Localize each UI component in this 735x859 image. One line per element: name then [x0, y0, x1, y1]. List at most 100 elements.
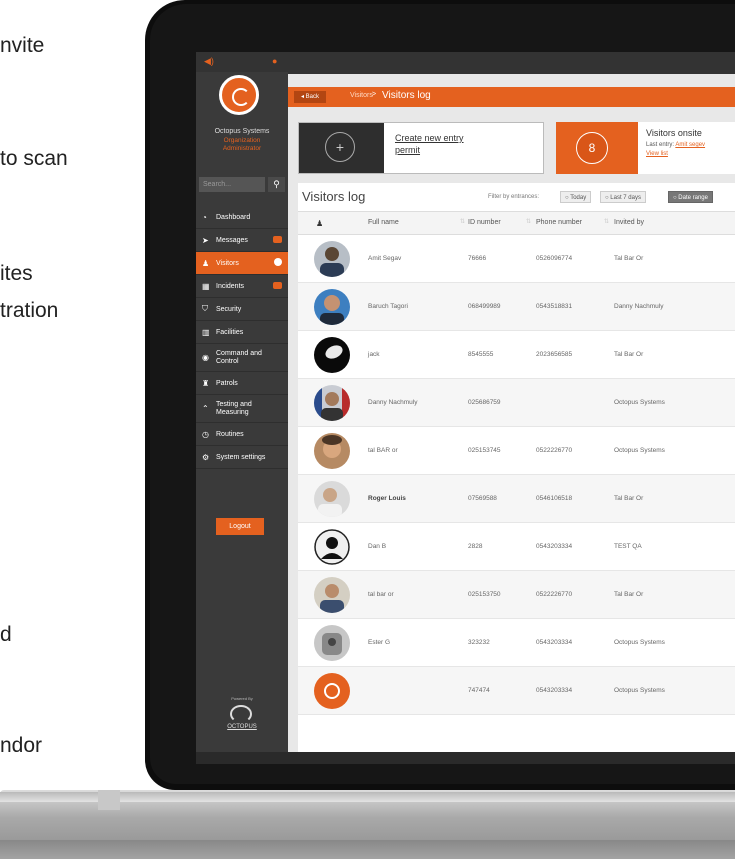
col-phone-number[interactable]: Phone number — [536, 219, 582, 226]
dashboard-icon: ◔ — [202, 212, 207, 222]
visitors-log-panel: Visitors log Filter by entrances: ○ Toda… — [298, 183, 735, 764]
brand-name: OCTOPUS — [227, 724, 257, 730]
create-entry-card[interactable]: + Create new entry permit — [298, 122, 544, 174]
table-row[interactable]: Roger Louis 07569588 0546106518 Tal Bar … — [298, 475, 735, 523]
cell-phone: 0543203334 — [536, 543, 573, 550]
octopus-logo-icon — [230, 705, 252, 723]
filter-today-button[interactable]: ○ Today — [560, 191, 592, 203]
breadcrumb: ◂ Back Visitors > Visitors log — [288, 87, 735, 107]
sort-icon[interactable]: ⇅ — [460, 218, 465, 225]
cell-phone: 0543518831 — [536, 303, 573, 310]
create-entry-link[interactable]: Create new entry permit — [395, 132, 475, 156]
sidebar-item-label: Dashboard — [216, 213, 251, 221]
cell-id: 2828 — [468, 543, 483, 550]
plus-icon[interactable]: + — [325, 132, 355, 162]
table-row[interactable]: Dan B 2828 0543203334 TEST QA — [298, 523, 735, 571]
org-name: Octopus Systems — [214, 128, 270, 135]
sidebar-item-dashboard[interactable]: ◔ Dashboard — [196, 206, 288, 229]
org-role-line2: Administrator — [222, 145, 262, 152]
alert-icon[interactable]: ● — [272, 56, 277, 66]
cell-id: 025153750 — [468, 591, 501, 598]
sidebar-item-routines[interactable]: ◷ Routines — [196, 423, 288, 446]
table-row[interactable]: tal bar or 025153750 0522226770 Tal Bar … — [298, 571, 735, 619]
search-icon[interactable]: ⚲ — [268, 177, 285, 192]
table-row[interactable]: tal BAR or 025153745 0522226770 Octopus … — [298, 427, 735, 475]
sidebar-item-messages[interactable]: ➤ Messages — [196, 229, 288, 252]
cell-id: 068499989 — [468, 303, 501, 310]
col-invited-by[interactable]: Invited by — [614, 219, 644, 226]
org-role-line1: Organization — [223, 137, 261, 144]
cell-name: tal BAR or — [368, 447, 398, 454]
shield-icon: ⛉ — [202, 304, 208, 313]
table-row[interactable]: Baruch Tagori 068499989 0543518831 Danny… — [298, 283, 735, 331]
sidebar: ◀) ● Octopus Systems Organization Admini… — [196, 52, 288, 764]
table-row[interactable]: Ester G 323232 0543203334 Octopus System… — [298, 619, 735, 667]
sidebar-item-label: Facilities — [216, 328, 244, 336]
sidebar-item-label: System settings — [216, 453, 266, 461]
filter-label-daterange: Date range — [678, 195, 708, 201]
sidebar-item-label: Routines — [216, 430, 244, 438]
person-icon: ♟ — [316, 219, 324, 228]
screen-bottom-bezel — [196, 752, 735, 764]
filter-label-today: Today — [570, 195, 587, 201]
sidebar-item-command-and-control[interactable]: ◉ Command and Control — [196, 344, 288, 372]
sidebar-item-testing-and-measuring[interactable]: ⌃ Testing and Measuring — [196, 395, 288, 423]
cell-invited-by: Octopus Systems — [614, 639, 665, 646]
last-entry-label: Last entry: — [646, 142, 675, 148]
filter-last7-button[interactable]: ○ Last 7 days — [600, 191, 646, 203]
chart-icon: ⌃ — [202, 404, 209, 413]
left-text-4: tration — [0, 299, 59, 322]
view-list-link[interactable]: View list — [646, 151, 668, 157]
avatar — [314, 481, 350, 517]
cell-phone: 0543203334 — [536, 687, 573, 694]
col-id-number[interactable]: ID number — [468, 219, 501, 226]
sort-icon[interactable]: ⇅ — [526, 218, 531, 225]
logout-button[interactable]: Logout — [216, 518, 264, 535]
search-input[interactable]: Search... — [199, 177, 265, 192]
sidebar-item-system-settings[interactable]: ⚙ System settings — [196, 446, 288, 469]
col-full-name[interactable]: Full name — [368, 219, 399, 226]
last-entry: Last entry: Amit segev — [646, 142, 705, 148]
table-row[interactable]: Amit Segav 76666 0526096774 Tal Bar Or — [298, 235, 735, 283]
sidebar-item-patrols[interactable]: ♜ Patrols — [196, 372, 288, 395]
sort-icon[interactable]: ⇅ — [604, 218, 609, 225]
main-content: ◂ Back Visitors > Visitors log + Create … — [288, 52, 735, 764]
cell-phone: 0546106518 — [536, 495, 573, 502]
cell-phone: 0522226770 — [536, 447, 573, 454]
page-title: Visitors log — [382, 90, 431, 101]
sidebar-item-incidents[interactable]: ▦ Incidents — [196, 275, 288, 298]
sidebar-topbar: ◀) ● — [196, 52, 288, 72]
cell-id: 747474 — [468, 687, 490, 694]
back-button[interactable]: ◂ Back — [294, 91, 326, 103]
table-row[interactable]: jack 8545555 2023656585 Tal Bar Or — [298, 331, 735, 379]
cell-name: Amit Segav — [368, 255, 402, 262]
sidebar-item-security[interactable]: ⛉ Security — [196, 298, 288, 321]
laptop-base-edge — [0, 840, 735, 859]
cell-invited-by: Tal Bar Or — [614, 255, 644, 262]
clock-icon: ◷ — [202, 429, 209, 439]
breadcrumb-visitors[interactable]: Visitors — [350, 92, 373, 99]
avatar — [314, 241, 350, 277]
visitors-onsite-card: 8 Visitors onsite Last entry: Amit segev… — [556, 122, 735, 174]
swirl-icon — [232, 88, 250, 106]
avatar — [314, 577, 350, 613]
table-row[interactable]: 747474 0543203334 Octopus Systems — [298, 667, 735, 715]
table-row[interactable]: Danny Nachmuly 025686759 Octopus Systems — [298, 379, 735, 427]
sound-icon[interactable]: ◀) — [204, 56, 214, 67]
breadcrumb-separator: > — [372, 91, 377, 98]
sidebar-item-visitors[interactable]: ♟ Visitors — [196, 252, 288, 275]
left-text-3: ites — [0, 262, 33, 285]
avatar — [314, 289, 350, 325]
cell-id: 025153745 — [468, 447, 501, 454]
cell-invited-by: Octopus Systems — [614, 447, 665, 454]
sidebar-item-facilities[interactable]: ▥ Facilities — [196, 321, 288, 344]
cell-name: Dan B — [368, 543, 387, 550]
cell-invited-by: Danny Nachmuly — [614, 303, 664, 310]
cell-invited-by: Octopus Systems — [614, 399, 665, 406]
cell-name: Ester G — [368, 639, 391, 646]
filter-daterange-button[interactable]: ○ Date range — [668, 191, 713, 203]
org-logo — [219, 75, 259, 115]
sidebar-item-label: Testing and Measuring — [216, 400, 252, 416]
last-entry-link[interactable]: Amit segev — [675, 142, 705, 148]
cell-id: 025686759 — [468, 399, 501, 406]
